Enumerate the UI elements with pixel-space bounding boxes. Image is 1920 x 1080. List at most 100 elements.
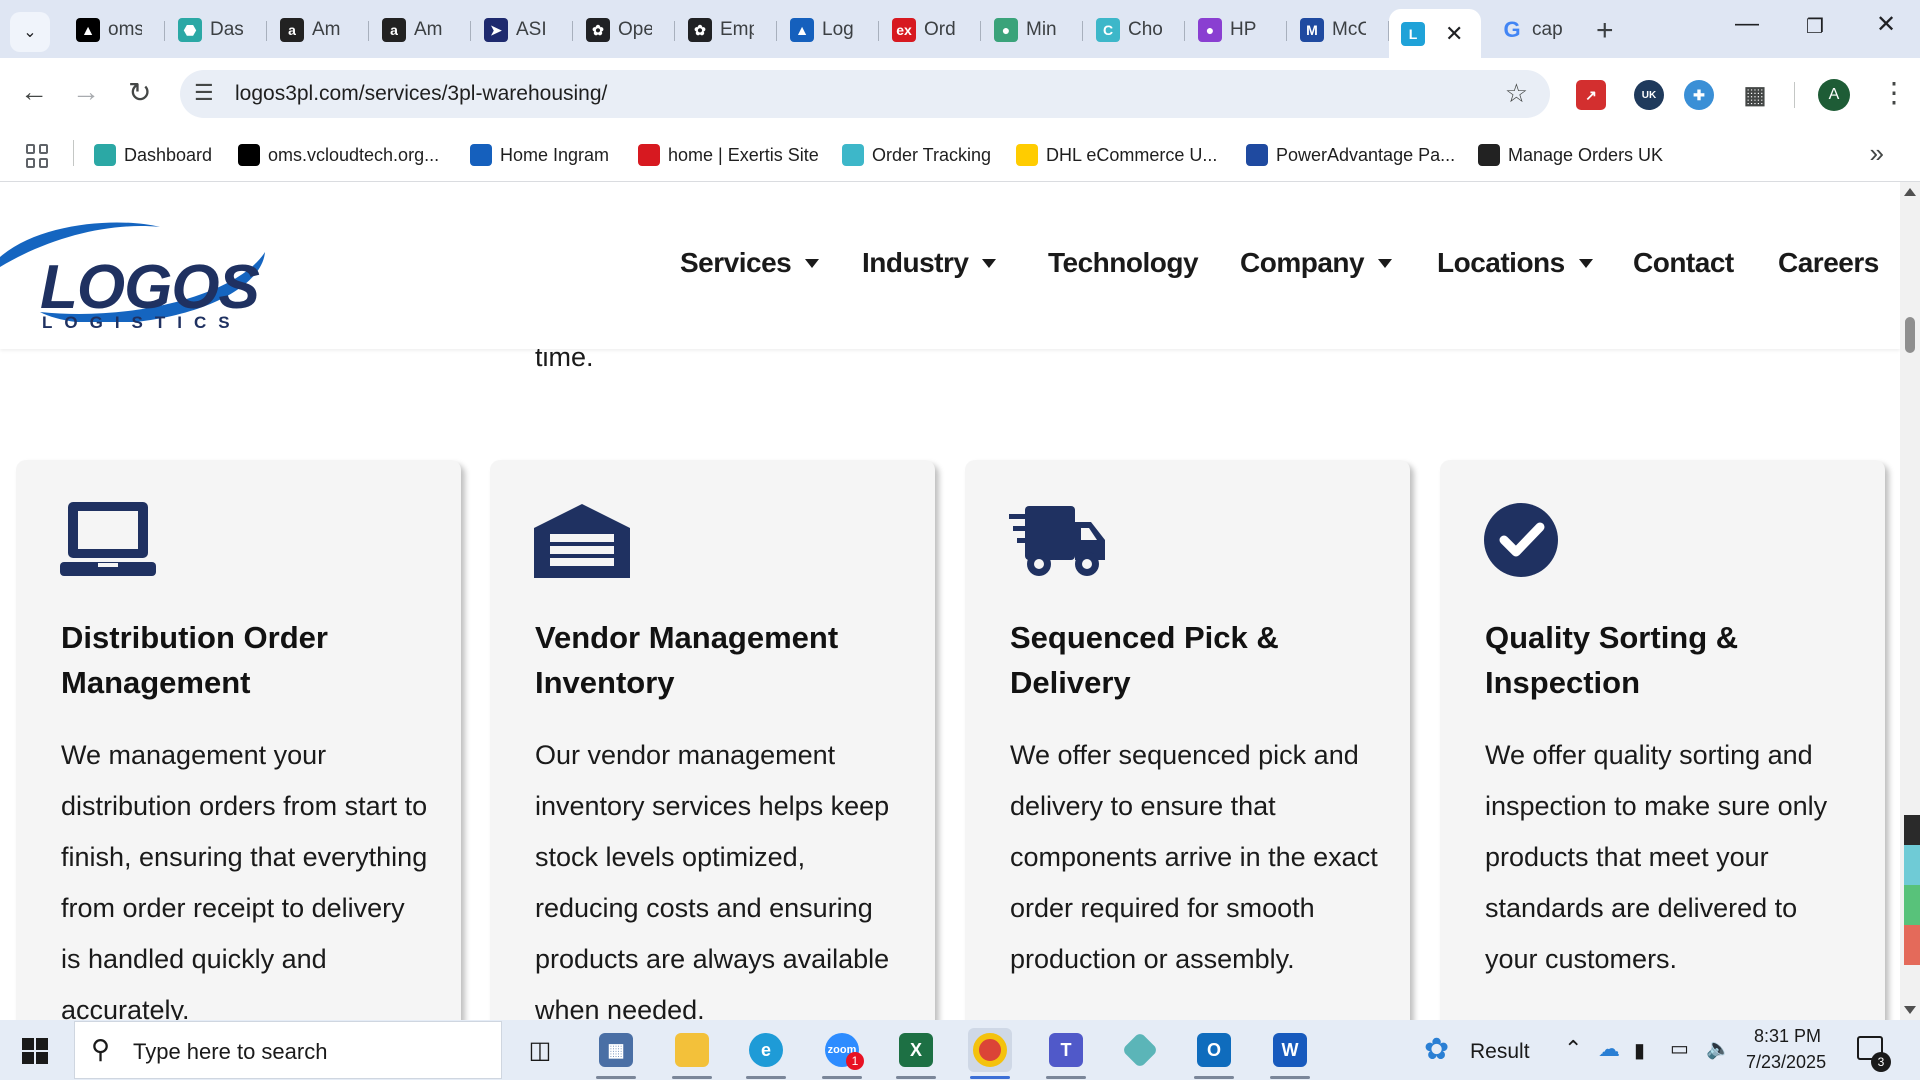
tray-overflow-icon[interactable]: ⌃ xyxy=(1564,1036,1582,1062)
tab-9[interactable]: ● Min xyxy=(982,9,1083,51)
caret-down-icon xyxy=(1378,258,1393,268)
tab-6[interactable]: ✿ Emp xyxy=(676,9,777,51)
app-running-indicator xyxy=(1270,1076,1310,1079)
tab-8[interactable]: ex Ord xyxy=(880,9,981,51)
nav-label: Technology xyxy=(1048,247,1199,278)
restore-icon[interactable]: ❐ xyxy=(1806,14,1824,39)
tab-2[interactable]: a Am xyxy=(268,9,369,51)
nav-careers[interactable]: Careers xyxy=(1778,247,1879,279)
menu-icon[interactable]: ⋮ xyxy=(1880,76,1908,109)
tab-5[interactable]: ✿ Ope xyxy=(574,9,675,51)
back-icon[interactable]: ← xyxy=(20,76,48,108)
tab-active[interactable]: L ✕ xyxy=(1389,9,1481,58)
bookmark-item[interactable]: home | Exertis Site xyxy=(638,138,819,172)
tab-1[interactable]: ⬣ Das xyxy=(166,9,267,51)
scroll-thumb[interactable] xyxy=(1905,317,1915,353)
bookmark-item[interactable]: oms.vcloudtech.org... xyxy=(238,138,439,172)
tab-0[interactable]: ▲ oms xyxy=(64,9,165,51)
scroll-up-arrow-icon[interactable] xyxy=(1904,188,1916,196)
nav-label: Careers xyxy=(1778,247,1879,278)
file-explorer-icon[interactable] xyxy=(670,1028,714,1072)
zoom-icon[interactable]: zoom 1 xyxy=(820,1028,864,1072)
logos-logo[interactable]: LOGOS LOGISTICS xyxy=(0,212,270,332)
reload-icon[interactable]: ↻ xyxy=(128,76,151,109)
nav-contact[interactable]: Contact xyxy=(1633,247,1734,279)
nav-company[interactable]: Company xyxy=(1240,247,1393,279)
tab-search-button[interactable]: ⌄ xyxy=(10,12,50,52)
tab-title: Min xyxy=(1026,19,1057,40)
tab-separator xyxy=(164,21,165,41)
forward-icon[interactable]: → xyxy=(72,76,100,108)
google-icon: G xyxy=(1503,17,1521,42)
taskbar-search-placeholder[interactable]: Type here to search xyxy=(133,1039,327,1065)
minimize-icon[interactable]: — xyxy=(1735,10,1759,38)
caret-down-icon xyxy=(805,258,820,268)
tab-10[interactable]: C Cho xyxy=(1084,9,1185,51)
tab-google[interactable]: G cap xyxy=(1488,9,1589,51)
bookmark-item[interactable]: Dashboard xyxy=(94,138,212,172)
extensions-icon[interactable]: ▦ xyxy=(1740,80,1770,110)
tab-separator xyxy=(266,21,267,41)
site-info-icon[interactable]: ☰ xyxy=(194,80,214,106)
address-bar[interactable]: ☰ logos3pl.com/services/3pl-warehousing/… xyxy=(180,70,1550,118)
bookmark-star-icon[interactable]: ☆ xyxy=(1505,78,1528,109)
app-running-indicator xyxy=(822,1076,862,1079)
word-icon[interactable]: W xyxy=(1268,1028,1312,1072)
nav-label: Locations xyxy=(1437,247,1565,278)
tab-7[interactable]: ▲ Log xyxy=(778,9,879,51)
uk-extension-icon[interactable]: UK xyxy=(1634,80,1664,110)
zoom-badge: 1 xyxy=(846,1052,864,1070)
scroll-down-arrow-icon[interactable] xyxy=(1904,1006,1916,1014)
bookmark-item[interactable]: Home Ingram xyxy=(470,138,609,172)
weather-widget-label[interactable]: Result xyxy=(1470,1040,1530,1064)
tab-11[interactable]: ● HP xyxy=(1186,9,1287,51)
more-bookmarks-icon[interactable]: » xyxy=(1870,138,1884,169)
tab-separator xyxy=(572,21,573,41)
app-active-indicator xyxy=(970,1076,1010,1079)
volume-icon[interactable]: 🔈 xyxy=(1706,1036,1731,1061)
calculator-icon[interactable]: ▦ xyxy=(594,1028,638,1072)
nav-industry[interactable]: Industry xyxy=(862,247,997,279)
tab-4[interactable]: ➤ ASI xyxy=(472,9,573,51)
clock-time[interactable]: 8:31 PM xyxy=(1754,1026,1821,1047)
onedrive-icon[interactable]: ☁ xyxy=(1598,1036,1620,1062)
bookmark-item[interactable]: DHL eCommerce U... xyxy=(1016,138,1217,172)
weather-widget-icon[interactable]: ✿ xyxy=(1424,1032,1449,1067)
battery-icon[interactable]: ▮ xyxy=(1634,1038,1645,1063)
teams-icon[interactable]: T xyxy=(1044,1028,1088,1072)
profile-avatar[interactable]: A xyxy=(1818,79,1850,111)
apps-grid-icon[interactable] xyxy=(26,144,50,168)
nav-locations[interactable]: Locations xyxy=(1437,247,1593,279)
tab-separator xyxy=(776,21,777,41)
hexagon-app-icon[interactable] xyxy=(1118,1028,1162,1072)
bookmark-label: oms.vcloudtech.org... xyxy=(268,144,440,165)
bookmark-item[interactable]: Order Tracking xyxy=(842,138,991,172)
service-card-vendor: Vendor Management Inventory Our vendor m… xyxy=(490,460,935,1020)
windows-start-icon[interactable] xyxy=(22,1038,48,1064)
nav-services[interactable]: Services xyxy=(680,247,820,279)
tab-12[interactable]: M McC xyxy=(1288,9,1389,51)
clock-date[interactable]: 7/23/2025 xyxy=(1746,1052,1826,1073)
acrobat-extension-icon[interactable]: ↗ xyxy=(1576,80,1606,110)
nav-technology[interactable]: Technology xyxy=(1048,247,1199,279)
url-text[interactable]: logos3pl.com/services/3pl-warehousing/ xyxy=(235,82,607,106)
edge-icon[interactable]: e xyxy=(744,1028,788,1072)
bookmark-item[interactable]: PowerAdvantage Pa... xyxy=(1246,138,1455,172)
tab-3[interactable]: a Am xyxy=(370,9,471,51)
bookmark-label: Home Ingram xyxy=(500,144,610,165)
chrome-icon[interactable] xyxy=(968,1028,1012,1072)
window-close-icon[interactable]: ✕ xyxy=(1876,10,1896,39)
browser-toolbar: ← → ↻ ☰ logos3pl.com/services/3pl-wareho… xyxy=(0,58,1920,130)
bookmark-item[interactable]: Manage Orders UK xyxy=(1478,138,1663,172)
new-tab-button[interactable]: + xyxy=(1596,14,1614,48)
network-icon[interactable]: ▭ xyxy=(1670,1036,1689,1061)
close-tab-icon[interactable]: ✕ xyxy=(1445,21,1463,47)
puzzle-extension-icon[interactable]: ✚ xyxy=(1684,80,1714,110)
tab-separator xyxy=(368,21,369,41)
tab-separator xyxy=(878,21,879,41)
excel-icon[interactable]: X xyxy=(894,1028,938,1072)
outlook-icon[interactable]: O xyxy=(1192,1028,1236,1072)
taskbar-search-box[interactable]: ⚲ Type here to search xyxy=(74,1021,502,1079)
task-view-icon[interactable]: ◫ xyxy=(518,1028,562,1072)
openai-icon: ✿ xyxy=(688,18,712,42)
